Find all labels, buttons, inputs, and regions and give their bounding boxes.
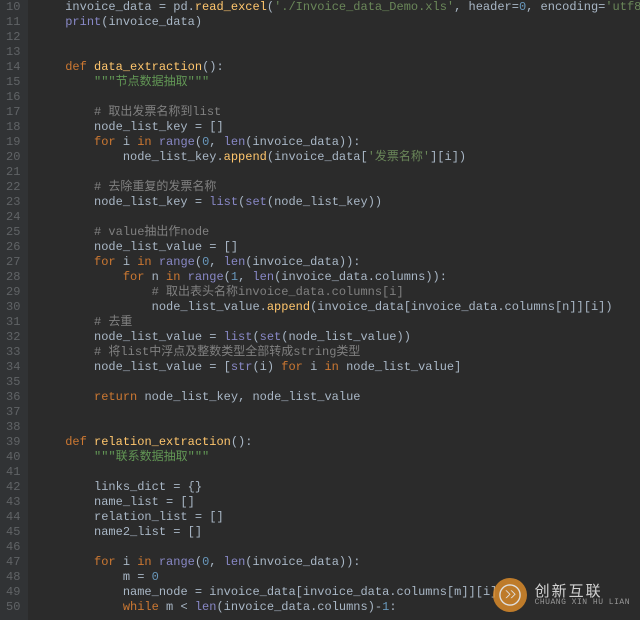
- code-line[interactable]: relation_list = []: [36, 510, 632, 525]
- code-line[interactable]: [36, 30, 632, 45]
- code-line[interactable]: [36, 465, 632, 480]
- line-number: 35: [6, 375, 20, 390]
- code-line[interactable]: node_list_value = list(set(node_list_val…: [36, 330, 632, 345]
- code-line[interactable]: for n in range(1, len(invoice_data.colum…: [36, 270, 632, 285]
- code-line[interactable]: [36, 210, 632, 225]
- code-line[interactable]: """节点数据抽取""": [36, 75, 632, 90]
- line-number: 21: [6, 165, 20, 180]
- line-number: 10: [6, 0, 20, 15]
- code-line[interactable]: name2_list = []: [36, 525, 632, 540]
- line-number: 31: [6, 315, 20, 330]
- line-number: 45: [6, 525, 20, 540]
- code-line[interactable]: node_list_value = [str(i) for i in node_…: [36, 360, 632, 375]
- line-number: 36: [6, 390, 20, 405]
- line-number: 12: [6, 30, 20, 45]
- line-number: 19: [6, 135, 20, 150]
- line-number: 40: [6, 450, 20, 465]
- code-editor[interactable]: 1011121314151617181920212223242526272829…: [0, 0, 640, 620]
- code-line[interactable]: [36, 420, 632, 435]
- code-line[interactable]: def relation_extraction():: [36, 435, 632, 450]
- line-number: 41: [6, 465, 20, 480]
- line-number: 25: [6, 225, 20, 240]
- line-number: 47: [6, 555, 20, 570]
- code-line[interactable]: [36, 405, 632, 420]
- line-number: 34: [6, 360, 20, 375]
- code-line[interactable]: node_list_key.append(invoice_data['发票名称'…: [36, 150, 632, 165]
- line-number: 14: [6, 60, 20, 75]
- line-number: 43: [6, 495, 20, 510]
- code-line[interactable]: [36, 165, 632, 180]
- line-number: 48: [6, 570, 20, 585]
- line-gutter: 1011121314151617181920212223242526272829…: [0, 0, 28, 620]
- code-line[interactable]: node_list_value = []: [36, 240, 632, 255]
- code-line[interactable]: invoice_data = pd.read_excel('./Invoice_…: [36, 0, 632, 15]
- code-line[interactable]: for i in range(0, len(invoice_data)):: [36, 555, 632, 570]
- code-line[interactable]: node_list_key = []: [36, 120, 632, 135]
- code-line[interactable]: return node_list_key, node_list_value: [36, 390, 632, 405]
- line-number: 26: [6, 240, 20, 255]
- line-number: 38: [6, 420, 20, 435]
- line-number: 30: [6, 300, 20, 315]
- code-line[interactable]: node_list_value.append(invoice_data[invo…: [36, 300, 632, 315]
- line-number: 29: [6, 285, 20, 300]
- line-number: 39: [6, 435, 20, 450]
- code-line[interactable]: [36, 540, 632, 555]
- code-line[interactable]: # 取出发票名称到list: [36, 105, 632, 120]
- line-number: 15: [6, 75, 20, 90]
- line-number: 22: [6, 180, 20, 195]
- line-number: 16: [6, 90, 20, 105]
- line-number: 50: [6, 600, 20, 615]
- code-line[interactable]: [36, 45, 632, 60]
- watermark-cn: 创新互联: [535, 584, 630, 599]
- watermark: 创新互联 CHUANG XIN HU LIAN: [493, 578, 630, 612]
- code-line[interactable]: """联系数据抽取""": [36, 450, 632, 465]
- watermark-en: CHUANG XIN HU LIAN: [535, 599, 630, 607]
- line-number: 42: [6, 480, 20, 495]
- code-line[interactable]: # value抽出作node: [36, 225, 632, 240]
- line-number: 18: [6, 120, 20, 135]
- line-number: 33: [6, 345, 20, 360]
- line-number: 24: [6, 210, 20, 225]
- code-line[interactable]: node_list_key = list(set(node_list_key)): [36, 195, 632, 210]
- watermark-logo-icon: [493, 578, 527, 612]
- line-number: 32: [6, 330, 20, 345]
- line-number: 28: [6, 270, 20, 285]
- code-line[interactable]: [36, 375, 632, 390]
- code-line[interactable]: links_dict = {}: [36, 480, 632, 495]
- line-number: 27: [6, 255, 20, 270]
- code-line[interactable]: # 将list中浮点及整数类型全部转成string类型: [36, 345, 632, 360]
- code-line[interactable]: # 去除重复的发票名称: [36, 180, 632, 195]
- line-number: 23: [6, 195, 20, 210]
- code-area[interactable]: invoice_data = pd.read_excel('./Invoice_…: [28, 0, 640, 620]
- code-line[interactable]: print(invoice_data): [36, 15, 632, 30]
- line-number: 44: [6, 510, 20, 525]
- code-line[interactable]: def data_extraction():: [36, 60, 632, 75]
- line-number: 11: [6, 15, 20, 30]
- code-line[interactable]: for i in range(0, len(invoice_data)):: [36, 255, 632, 270]
- line-number: 49: [6, 585, 20, 600]
- line-number: 13: [6, 45, 20, 60]
- line-number: 17: [6, 105, 20, 120]
- line-number: 46: [6, 540, 20, 555]
- code-line[interactable]: for i in range(0, len(invoice_data)):: [36, 135, 632, 150]
- code-line[interactable]: # 取出表头名称invoice_data.columns[i]: [36, 285, 632, 300]
- code-line[interactable]: # 去重: [36, 315, 632, 330]
- line-number: 37: [6, 405, 20, 420]
- code-line[interactable]: [36, 90, 632, 105]
- line-number: 20: [6, 150, 20, 165]
- code-line[interactable]: name_list = []: [36, 495, 632, 510]
